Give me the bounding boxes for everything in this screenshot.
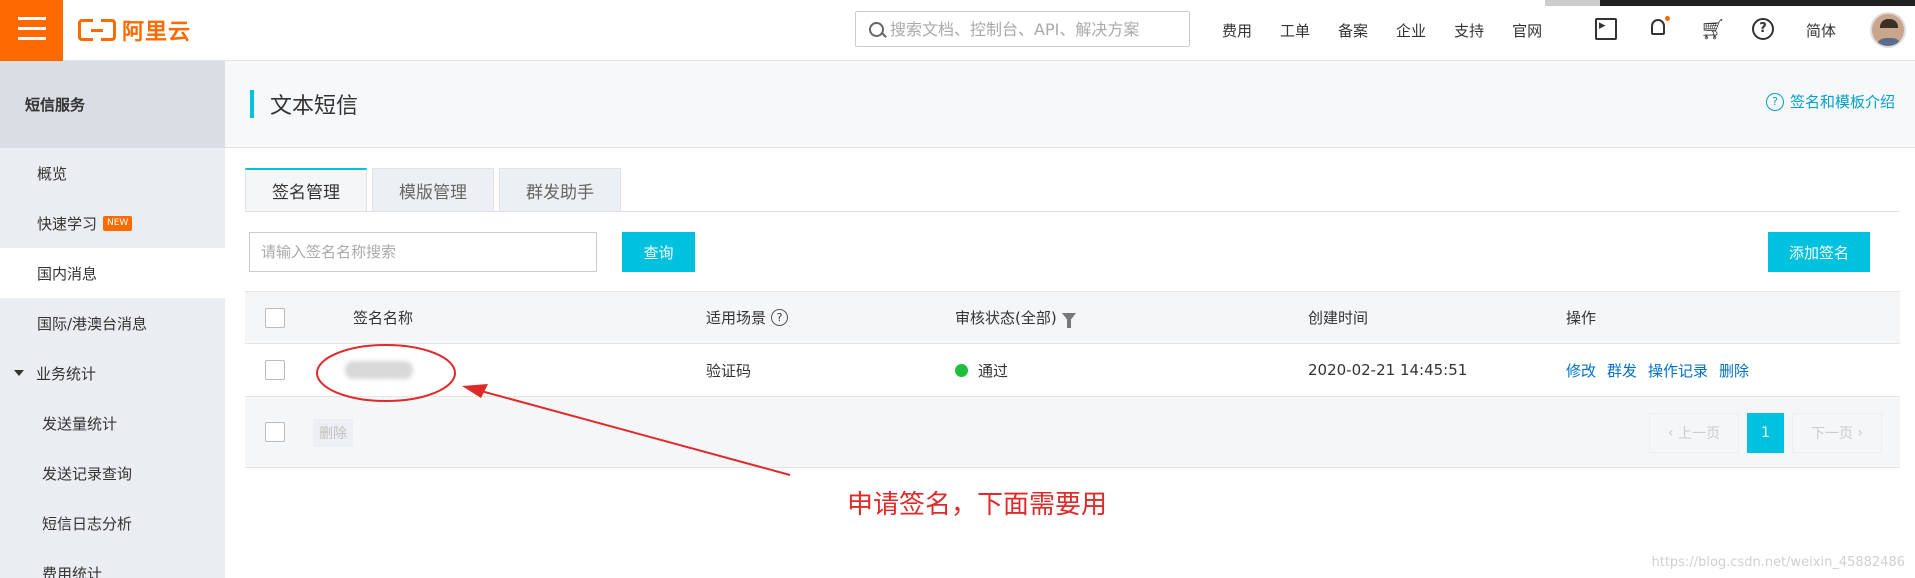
annotation-arrow-line (469, 387, 791, 476)
arrowhead-icon (462, 384, 488, 398)
highlight-ellipse (316, 344, 456, 402)
annotation-text: 申请签名，下面需要用 (847, 490, 1108, 520)
watermark: https://blog.csdn.net/weixin_45882486 (1651, 555, 1905, 570)
